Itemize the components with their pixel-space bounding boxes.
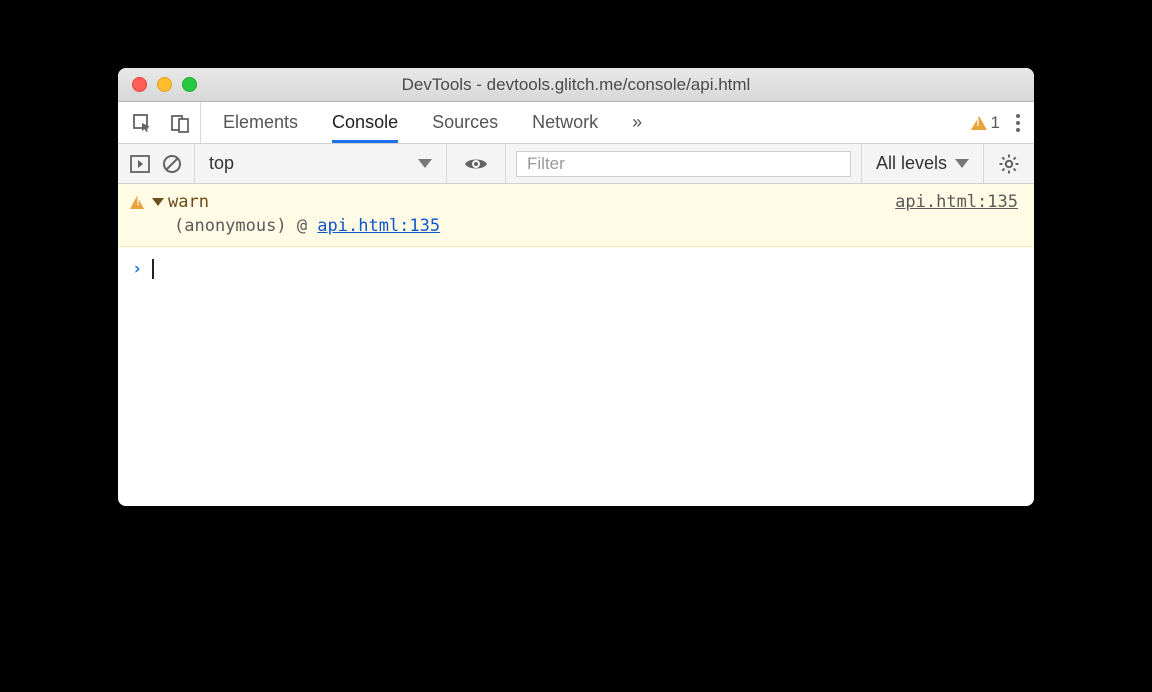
device-toolbar-icon[interactable] [170, 113, 190, 133]
console-messages: warn api.html:135 (anonymous) @ api.html… [118, 184, 1034, 506]
warning-line: warn api.html:135 [130, 192, 1018, 212]
warning-icon [130, 196, 144, 209]
trace-label: (anonymous) @ [174, 216, 317, 236]
execution-context-select[interactable]: top [195, 144, 447, 183]
more-tabs-button[interactable]: » [632, 102, 639, 143]
panel-tabs: Elements Console Sources Network » [201, 102, 961, 143]
console-toolbar: top All levels [118, 144, 1034, 184]
source-link[interactable]: api.html:135 [895, 192, 1018, 212]
live-expression-button[interactable] [447, 144, 506, 183]
eye-icon [463, 155, 489, 173]
settings-menu-button[interactable] [1016, 114, 1020, 132]
warnings-indicator[interactable]: 1 [971, 113, 1000, 133]
execution-context-label: top [209, 153, 234, 174]
chevron-double-right-icon: » [632, 112, 639, 133]
window-title: DevTools - devtools.glitch.me/console/ap… [118, 75, 1034, 95]
tabbar-right-tools: 1 [961, 102, 1034, 143]
warning-count: 1 [991, 113, 1000, 133]
devtools-window: DevTools - devtools.glitch.me/console/ap… [118, 68, 1034, 506]
log-levels-select[interactable]: All levels [862, 144, 984, 183]
clear-console-icon[interactable] [162, 154, 182, 174]
disclosure-triangle-icon[interactable] [152, 198, 164, 206]
titlebar: DevTools - devtools.glitch.me/console/ap… [118, 68, 1034, 102]
log-levels-label: All levels [876, 153, 947, 174]
text-cursor [152, 259, 154, 279]
show-console-drawer-icon[interactable] [130, 155, 150, 173]
tab-network[interactable]: Network [532, 102, 598, 143]
chevron-down-icon [418, 159, 432, 168]
minimize-window-button[interactable] [157, 77, 172, 92]
traffic-lights [118, 77, 197, 92]
warning-icon [971, 116, 987, 130]
console-warning-row[interactable]: warn api.html:135 (anonymous) @ api.html… [118, 184, 1034, 247]
tab-sources[interactable]: Sources [432, 102, 498, 143]
trace-source-link[interactable]: api.html:135 [317, 216, 440, 236]
warning-message: warn [168, 192, 209, 212]
stack-trace-line: (anonymous) @ api.html:135 [130, 216, 1018, 236]
chevron-right-icon: › [132, 259, 142, 279]
devtools-tabbar: Elements Console Sources Network » 1 [118, 102, 1034, 144]
filter-wrap [506, 144, 862, 183]
console-toolbar-left [118, 144, 195, 183]
gear-icon [998, 153, 1020, 175]
chevron-down-icon [955, 159, 969, 168]
console-prompt[interactable]: › [118, 247, 1034, 291]
zoom-window-button[interactable] [182, 77, 197, 92]
close-window-button[interactable] [132, 77, 147, 92]
tab-console[interactable]: Console [332, 102, 398, 143]
tabbar-left-tools [118, 102, 201, 143]
inspect-element-icon[interactable] [132, 113, 152, 133]
filter-input[interactable] [516, 151, 851, 177]
tab-elements[interactable]: Elements [223, 102, 298, 143]
console-settings-button[interactable] [984, 144, 1034, 183]
